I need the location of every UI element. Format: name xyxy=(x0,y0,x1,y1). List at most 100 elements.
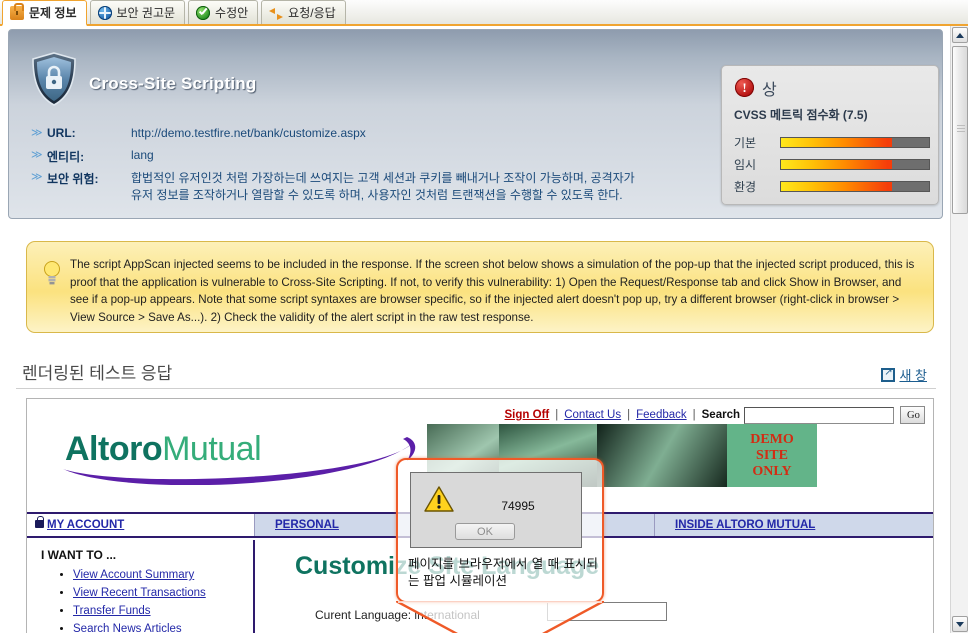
rendered-response-title: 렌더링된 테스트 응답 xyxy=(22,364,173,383)
scroll-up-arrow xyxy=(956,33,964,38)
demo-line-3: ONLY xyxy=(752,463,792,479)
bullet-icon: ≫ xyxy=(31,149,43,161)
lightbulb-icon xyxy=(44,261,60,285)
cvss-metric-label: 환경 xyxy=(734,180,757,194)
search-input[interactable] xyxy=(744,406,894,424)
callout-caption: 페이지를 브라우저에서 열 때 표시되는 팝업 시뮬레이션 xyxy=(408,557,598,588)
issue-url-label: URL: xyxy=(47,126,76,140)
scroll-down-arrow xyxy=(956,622,964,627)
logo-text: AltoroMutual xyxy=(65,430,262,469)
sidebar-item-label[interactable]: View Account Summary xyxy=(73,569,194,581)
issue-entity-label: 엔티티: xyxy=(47,150,85,164)
page-title: Cross-Site Scripting xyxy=(89,74,257,93)
list-item[interactable]: Search News Articles xyxy=(73,620,253,633)
shield-lock-icon xyxy=(32,52,76,106)
search-label: Search xyxy=(701,409,740,421)
chevron-up-icon[interactable] xyxy=(952,27,968,43)
tab-label: 보안 권고문 xyxy=(116,6,176,20)
issue-url-value: http://demo.testfire.net/bank/customize.… xyxy=(131,126,366,140)
search-go-button[interactable]: Go xyxy=(900,406,925,424)
tab-security-advisory[interactable]: 보안 권고문 xyxy=(89,0,186,24)
lock-icon xyxy=(35,516,44,528)
issue-entity-value: lang xyxy=(131,148,154,162)
nav-separator: | xyxy=(555,409,559,421)
issue-header-panel: Cross-Site Scripting ≫ URL: http://demo.… xyxy=(8,29,943,219)
severity-high-icon xyxy=(735,78,754,97)
list-item[interactable]: View Recent Transactions xyxy=(73,584,253,602)
banner-photo-meeting xyxy=(597,424,727,487)
cvss-metric-label: 기본 xyxy=(734,136,757,150)
alert-dialog: 74995 OK xyxy=(410,472,582,548)
vertical-scrollbar[interactable] xyxy=(950,26,968,633)
cvss-panel: 상 CVSS 메트릭 점수화 (7.5) 기본 임시 환경 xyxy=(721,65,939,205)
menu-item-label[interactable]: INSIDE ALTORO MUTUAL xyxy=(675,519,815,531)
issue-risk-value: 합법적인 유저인것 처럼 가장하는데 쓰여지는 고객 세션과 쿠키를 빼내거나 … xyxy=(131,171,635,202)
sidebar-item-label[interactable]: View Recent Transactions xyxy=(73,587,206,599)
open-new-window-label: 새 창 xyxy=(899,368,927,383)
tab-strip: 문제 정보 보안 권고문 수정안 요청/응답 xyxy=(0,0,968,26)
tab-label: 문제 정보 xyxy=(29,6,77,20)
cvss-metric-track xyxy=(780,159,930,170)
language-select[interactable] xyxy=(547,602,667,621)
severity-label: 상 xyxy=(762,82,777,99)
advisory-box: The script AppScan injected seems to be … xyxy=(26,241,934,333)
section-divider xyxy=(16,388,936,389)
chevron-down-icon[interactable] xyxy=(952,616,968,632)
menu-item-inside-altoro-mutual[interactable]: INSIDE ALTORO MUTUAL xyxy=(655,514,933,536)
advisory-text: The script AppScan injected seems to be … xyxy=(70,258,915,324)
current-language-value: international xyxy=(414,608,480,622)
bullet-icon: ≫ xyxy=(31,127,43,139)
tab-label: 요청/응답 xyxy=(288,6,336,20)
tab-request-response[interactable]: 요청/응답 xyxy=(261,0,346,24)
menu-item-my-account[interactable]: MY ACCOUNT xyxy=(27,514,255,536)
sidebar-item-label[interactable]: Search News Articles xyxy=(73,623,182,633)
cvss-metric-label: 임시 xyxy=(734,158,757,172)
issue-risk-label: 보안 위험: xyxy=(47,172,99,186)
scrollbar-grip xyxy=(957,125,965,132)
demo-line-2: SITE xyxy=(756,447,788,463)
globe-icon xyxy=(97,5,112,20)
content-frame: Cross-Site Scripting ≫ URL: http://demo.… xyxy=(0,26,950,633)
nav-separator: | xyxy=(627,409,631,421)
demo-line-1: DEMO xyxy=(750,431,794,447)
logo-text-part2: Mutual xyxy=(162,430,262,468)
scrollbar-thumb[interactable] xyxy=(952,46,968,214)
demo-site-only-badge: DEMO SITE ONLY xyxy=(727,424,817,487)
cvss-metric-fill xyxy=(781,160,892,169)
sidebar-list: View Account Summary View Recent Transac… xyxy=(41,566,253,633)
list-item[interactable]: Transfer Funds xyxy=(73,602,253,620)
site-sidebar: I WANT TO ... View Account Summary View … xyxy=(27,540,255,633)
alert-ok-button[interactable]: OK xyxy=(455,523,515,540)
sidebar-item-label[interactable]: Transfer Funds xyxy=(73,605,151,617)
open-new-window-link[interactable]: 새 창 xyxy=(881,365,927,384)
cvss-metric-track xyxy=(780,181,930,192)
tab-label: 수정안 xyxy=(215,6,249,20)
logo-text-part1: Altoro xyxy=(65,430,163,468)
popup-simulation-callout: 74995 OK 페이지를 브라우저에서 열 때 표시되는 팝업 시뮬레이션 xyxy=(396,458,604,603)
cvss-metric-environmental: 환경 xyxy=(734,180,930,194)
alert-message: 74995 xyxy=(501,499,535,513)
menu-item-label[interactable]: PERSONAL xyxy=(275,519,339,531)
cvss-metric-track xyxy=(780,137,930,148)
check-icon xyxy=(196,5,211,20)
menu-item-label[interactable]: MY ACCOUNT xyxy=(47,519,124,531)
list-item[interactable]: View Account Summary xyxy=(73,566,253,584)
warning-triangle-icon xyxy=(424,486,454,512)
cvss-score-title: CVSS 메트릭 점수화 (7.5) xyxy=(734,108,868,122)
current-language-row: Curent Language: international xyxy=(315,608,480,622)
contact-us-link[interactable]: Contact Us xyxy=(564,409,621,421)
altoromutual-logo[interactable]: AltoroMutual xyxy=(55,427,425,485)
tab-issue-info[interactable]: 문제 정보 xyxy=(2,0,87,26)
nav-separator: | xyxy=(692,409,696,421)
site-topnav: Sign Off | Contact Us | Feedback | Searc… xyxy=(505,406,925,424)
sign-off-link[interactable]: Sign Off xyxy=(505,409,550,421)
cvss-metric-fill xyxy=(781,182,892,191)
tab-fix-recommendation[interactable]: 수정안 xyxy=(188,0,259,24)
cvss-metric-base: 기본 xyxy=(734,136,930,150)
external-link-icon xyxy=(881,367,896,382)
sidebar-heading: I WANT TO ... xyxy=(41,548,117,562)
feedback-link[interactable]: Feedback xyxy=(636,409,687,421)
cvss-metric-fill xyxy=(781,138,892,147)
bullet-icon: ≫ xyxy=(31,171,43,183)
lock-icon xyxy=(10,2,24,20)
